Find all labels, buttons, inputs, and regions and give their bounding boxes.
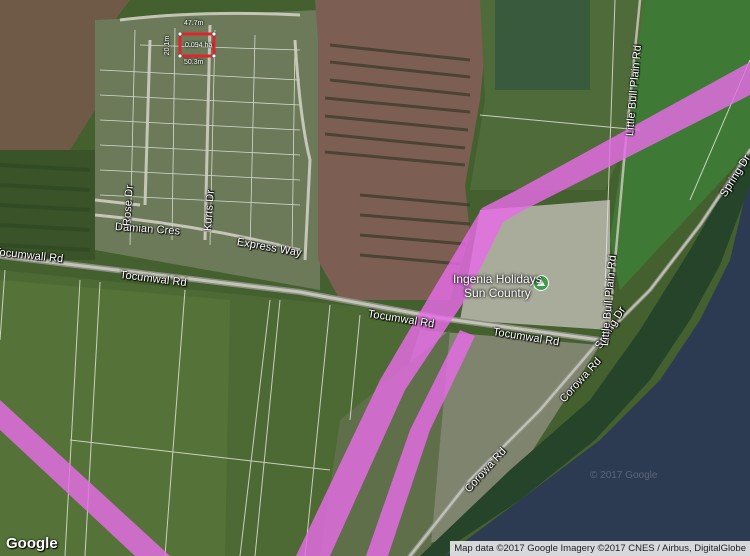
- poi-label[interactable]: Ingenia Holidays Sun Country: [453, 272, 542, 300]
- measurement-top: 47.7m: [184, 20, 204, 27]
- poi-name-line1: Ingenia Holidays: [453, 272, 542, 286]
- poi-name-line2: Sun Country: [464, 286, 531, 300]
- measurement-bottom: 50.3m: [184, 59, 204, 66]
- map-attribution[interactable]: Map data ©2017 Google Imagery ©2017 CNES…: [450, 541, 750, 556]
- google-logo: Google: [6, 535, 58, 552]
- measurement-left: 20.1m: [164, 35, 172, 56]
- map-view[interactable]: 47.7m 20.1m 0.094 ha 50.3m Tocumwall Rd …: [0, 0, 750, 556]
- measurement-area: 0.094 ha: [185, 42, 213, 49]
- imagery-watermark: © 2017 Google: [590, 470, 658, 481]
